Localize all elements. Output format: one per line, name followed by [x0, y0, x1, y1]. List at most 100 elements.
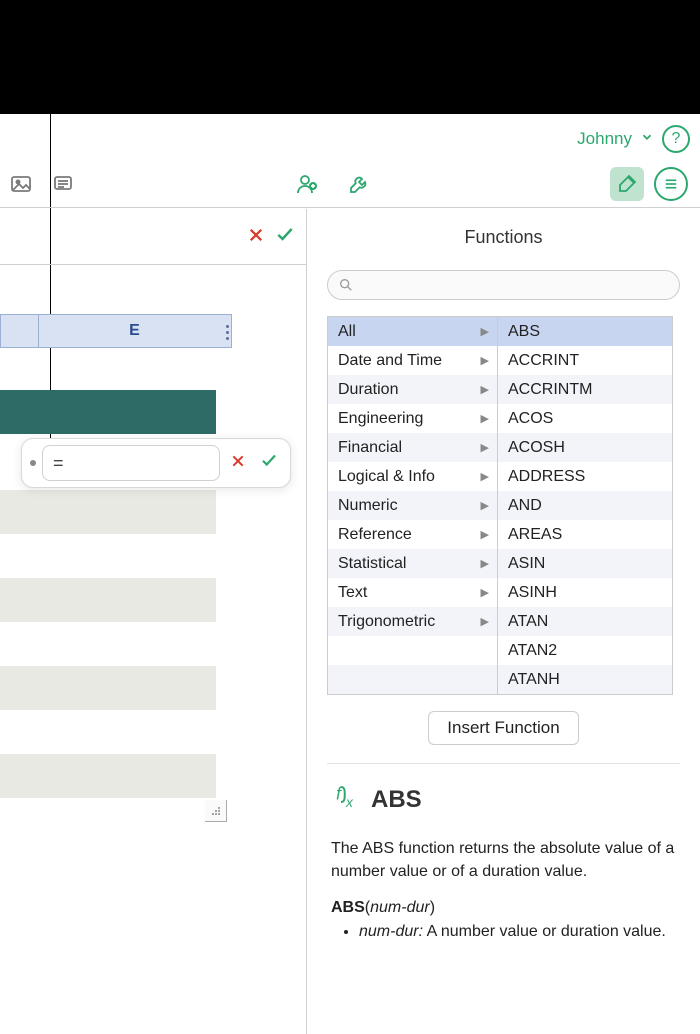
table-resize-handle-icon[interactable] — [205, 800, 227, 822]
triangle-right-icon: ▶ — [481, 354, 489, 367]
drag-dot-icon[interactable] — [30, 460, 36, 466]
function-detail: fx ABS The ABS function returns the abso… — [307, 764, 700, 941]
table-row[interactable] — [0, 578, 216, 622]
function-label: ASINH — [508, 584, 557, 602]
chevron-down-icon[interactable] — [640, 130, 654, 149]
organize-button[interactable] — [654, 167, 688, 201]
function-item[interactable]: ASIN — [498, 549, 672, 578]
function-arguments: num-dur: A number value or duration valu… — [331, 923, 676, 941]
triangle-right-icon: ▶ — [481, 470, 489, 483]
formula-editor-popover: = — [21, 438, 291, 488]
cancel-icon[interactable] — [247, 224, 265, 250]
accept-icon[interactable] — [275, 224, 295, 250]
format-brush-button[interactable] — [610, 167, 644, 201]
formula-equals-label: = — [53, 453, 64, 474]
category-label: Date and Time — [338, 352, 442, 370]
function-item[interactable]: ACOS — [498, 404, 672, 433]
formula-cancel-icon[interactable] — [226, 452, 250, 475]
triangle-right-icon: ▶ — [481, 325, 489, 338]
category-item-empty — [328, 636, 497, 665]
function-item[interactable]: ABS — [498, 317, 672, 346]
window-top-black-region — [0, 0, 700, 114]
category-item[interactable]: Statistical▶ — [328, 549, 497, 578]
table-row[interactable] — [0, 710, 216, 754]
function-item[interactable]: ACOSH — [498, 433, 672, 462]
user-name[interactable]: Johnny — [577, 129, 632, 149]
table-row[interactable] — [0, 534, 216, 578]
function-signature: ABS(num-dur) — [331, 899, 676, 917]
column-header-blank[interactable] — [1, 315, 39, 347]
svg-text:x: x — [345, 795, 354, 810]
category-list[interactable]: All▶ Date and Time ▶ Duration ▶ Engineerin… — [327, 316, 497, 695]
category-item[interactable]: Trigonometric▶ — [328, 607, 497, 636]
category-label: Statistical — [338, 555, 406, 573]
table-row[interactable] — [0, 754, 216, 798]
function-item[interactable]: ACCRINT — [498, 346, 672, 375]
search-input[interactable] — [327, 270, 680, 300]
search-icon — [338, 277, 354, 293]
category-item[interactable]: Reference▶ — [328, 520, 497, 549]
table-row[interactable] — [0, 622, 216, 666]
category-item[interactable]: Numeric▶ — [328, 491, 497, 520]
panel-title: Functions — [307, 209, 700, 270]
function-item[interactable]: AND — [498, 491, 672, 520]
category-item[interactable]: Logical & Info ▶ — [328, 462, 497, 491]
function-list[interactable]: ABS ACCRINT ACCRINTM ACOS ACOSH ADDRESS … — [497, 316, 673, 695]
category-item-empty — [328, 665, 497, 694]
function-label: ACCRINT — [508, 352, 579, 370]
category-label: Reference — [338, 526, 412, 544]
function-label: ACOS — [508, 410, 553, 428]
arg-name: num-dur: — [359, 923, 423, 940]
triangle-right-icon: ▶ — [481, 615, 489, 628]
category-item[interactable]: Financial ▶ — [328, 433, 497, 462]
category-label: Text — [338, 584, 367, 602]
collaborate-button[interactable] — [290, 167, 324, 201]
user-row: Johnny ? — [0, 118, 700, 160]
function-item[interactable]: ATAN — [498, 607, 672, 636]
function-item[interactable]: ATANH — [498, 665, 672, 694]
category-label: Numeric — [338, 497, 398, 515]
category-item[interactable]: Date and Time ▶ — [328, 346, 497, 375]
triangle-right-icon: ▶ — [481, 586, 489, 599]
tools-button[interactable] — [342, 167, 376, 201]
category-item[interactable]: Text ▶ — [328, 578, 497, 607]
media-button[interactable] — [4, 167, 38, 201]
category-label: Financial — [338, 439, 402, 457]
category-item[interactable]: All▶ — [328, 317, 497, 346]
comment-button[interactable] — [46, 167, 80, 201]
table-header-row[interactable] — [0, 390, 216, 434]
category-label: Engineering — [338, 410, 423, 428]
function-item[interactable]: ACCRINTM — [498, 375, 672, 404]
triangle-right-icon: ▶ — [481, 383, 489, 396]
triangle-right-icon: ▶ — [481, 441, 489, 454]
category-label: Logical & Info — [338, 468, 435, 486]
category-label: Duration — [338, 381, 398, 399]
function-item[interactable]: ATAN2 — [498, 636, 672, 665]
insert-function-button[interactable]: Insert Function — [428, 711, 578, 745]
category-item[interactable]: Engineering ▶ — [328, 404, 497, 433]
arg-desc: A number value or duration value. — [423, 923, 666, 940]
formula-input[interactable]: = — [42, 445, 220, 481]
function-item[interactable]: ASINH — [498, 578, 672, 607]
function-lists: All▶ Date and Time ▶ Duration ▶ Engineerin… — [307, 316, 700, 695]
category-item[interactable]: Duration ▶ — [328, 375, 497, 404]
function-label: ATAN2 — [508, 642, 557, 660]
fx-icon: fx — [331, 782, 361, 817]
column-drag-handle-icon[interactable] — [222, 317, 232, 347]
function-label: ASIN — [508, 555, 545, 573]
table-row[interactable] — [0, 490, 216, 534]
help-icon[interactable]: ? — [662, 125, 690, 153]
column-headers[interactable]: E — [0, 314, 232, 348]
table-row[interactable] — [0, 666, 216, 710]
function-item[interactable]: ADDRESS — [498, 462, 672, 491]
function-label: AND — [508, 497, 542, 515]
formula-accept-icon[interactable] — [256, 451, 282, 475]
function-label: ABS — [508, 323, 540, 341]
formula-bar — [0, 209, 307, 265]
triangle-right-icon: ▶ — [481, 412, 489, 425]
function-item[interactable]: AREAS — [498, 520, 672, 549]
function-label: ADDRESS — [508, 468, 585, 486]
toolbar — [0, 160, 700, 208]
function-label: AREAS — [508, 526, 562, 544]
column-header-e[interactable]: E — [39, 315, 231, 347]
